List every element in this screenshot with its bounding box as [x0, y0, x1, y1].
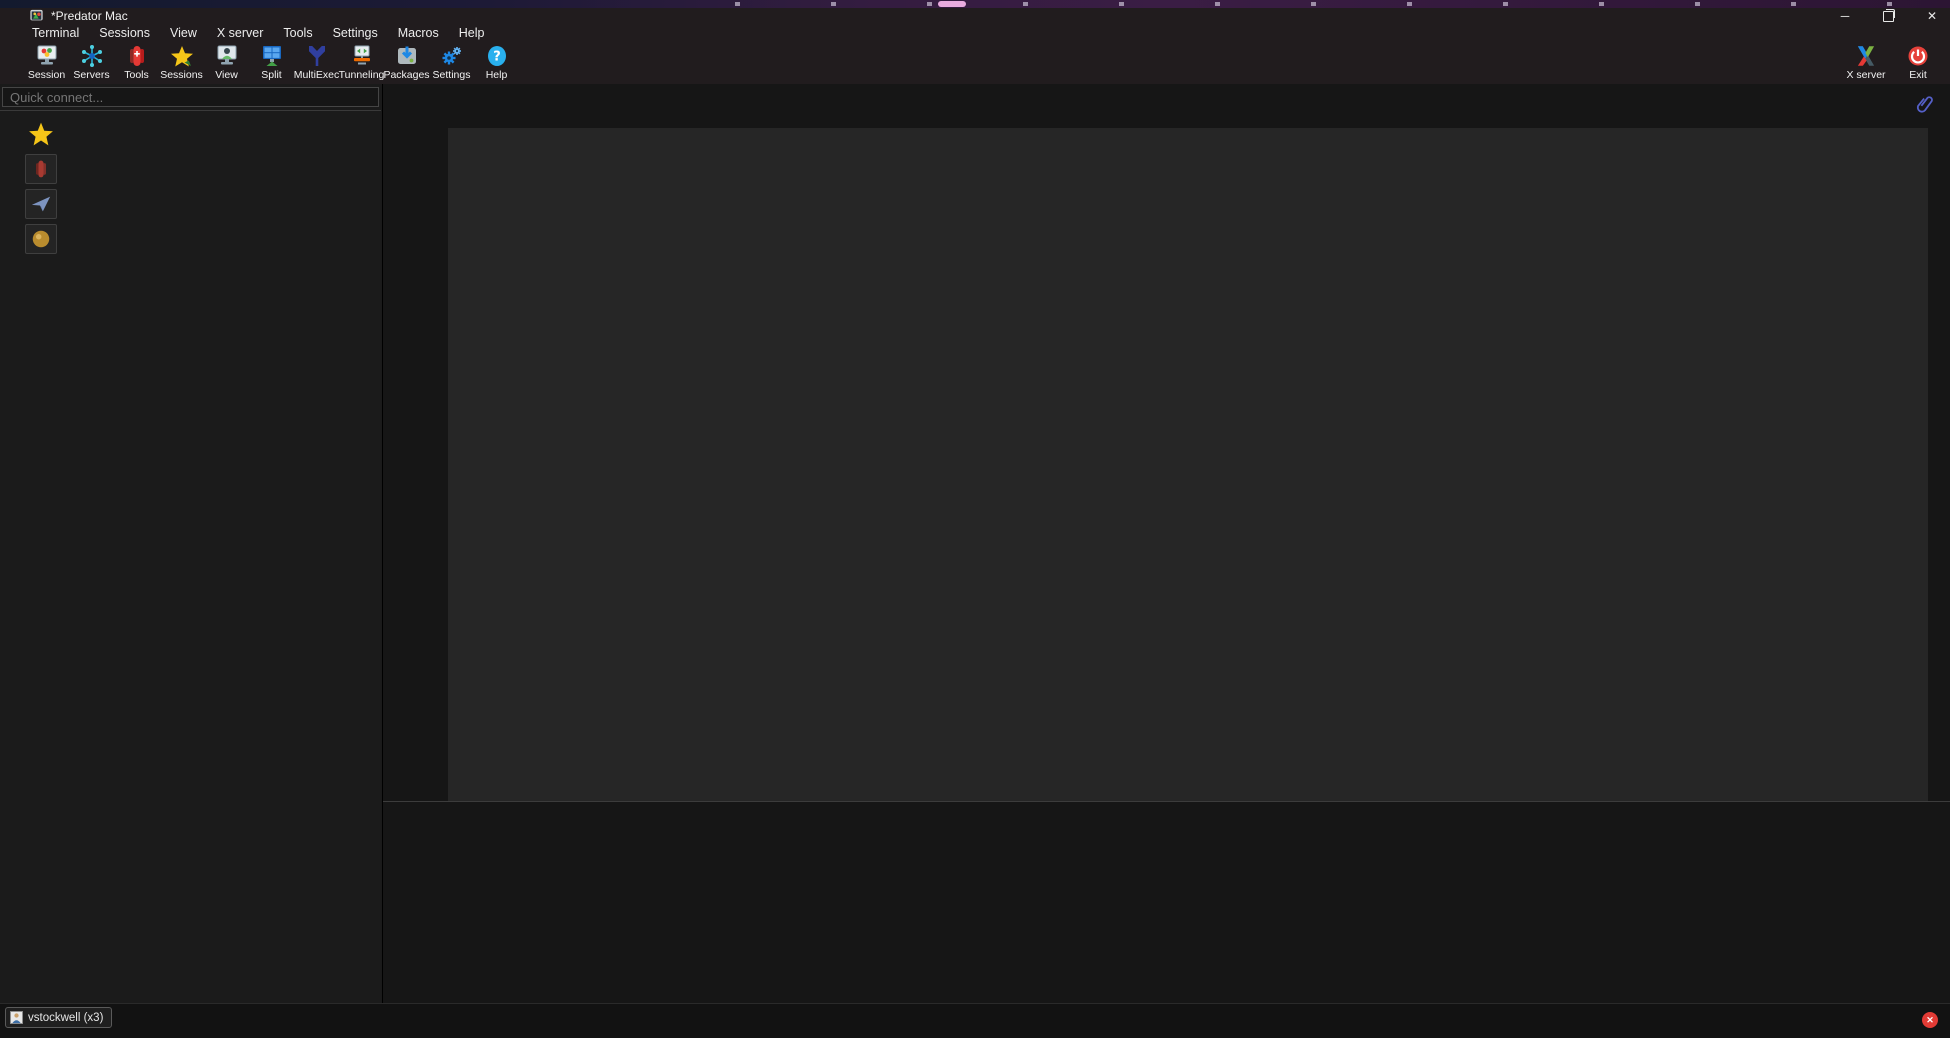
- user-session-label: vstockwell (x3): [28, 1012, 103, 1024]
- settings-icon: [440, 43, 464, 69]
- toolbar-label: Exit: [1909, 69, 1927, 81]
- window-title: *Predator Mac: [51, 9, 128, 23]
- toolbar-label: Settings: [433, 69, 471, 81]
- toolbar-label: X server: [1846, 69, 1885, 81]
- svg-text:?: ?: [493, 50, 501, 65]
- split-button[interactable]: Split: [249, 43, 294, 81]
- toolbar-label: Sessions: [160, 69, 203, 81]
- toolbar-label: View: [215, 69, 238, 81]
- main-area: [383, 84, 1950, 1003]
- menu-item-x-server[interactable]: X server: [207, 24, 274, 42]
- sidebar-strip-plane-button[interactable]: [25, 189, 57, 219]
- toolbar-label: MultiExec: [294, 69, 340, 81]
- exit-icon: [1906, 43, 1930, 69]
- menu-bar: TerminalSessionsViewX serverToolsSetting…: [0, 24, 1950, 42]
- tunneling-icon: [350, 43, 374, 69]
- terminal-tab-bar: [383, 107, 1950, 128]
- menu-item-sessions[interactable]: Sessions: [89, 24, 160, 42]
- user-icon: [10, 1011, 23, 1024]
- split-icon: [260, 43, 284, 69]
- paperclip-icon[interactable]: [1916, 94, 1934, 114]
- favorites-star-icon: [28, 121, 54, 147]
- macros-plane-icon: [30, 193, 52, 215]
- sessions-icon: [170, 43, 194, 69]
- session-tree-panel: [0, 110, 381, 1003]
- help-icon: ?: [485, 43, 509, 69]
- background-browser-strip: [0, 0, 1950, 8]
- view-icon: [215, 43, 239, 69]
- tools-button[interactable]: Tools: [114, 43, 159, 81]
- terminal-bottom-separator: [383, 801, 1950, 802]
- bottom-status-bar: vstockwell (x3) ✕: [0, 1003, 1950, 1038]
- games-ball-icon: [30, 228, 52, 250]
- minimize-button[interactable]: ─: [1837, 8, 1853, 24]
- sidebar-strip-star-button[interactable]: [25, 119, 57, 149]
- toolbar-label: Servers: [73, 69, 109, 81]
- sidebar-strip-ball-button[interactable]: [25, 224, 57, 254]
- menu-item-macros[interactable]: Macros: [388, 24, 449, 42]
- title-bar: *Predator Mac ─ ✕: [0, 8, 1950, 24]
- mobaxterm-window: { "window": { "title": "*Predator Mac", …: [0, 0, 1950, 1038]
- toolbar-left-group: Session Servers Tools Sessions View Split Mult…: [24, 43, 519, 81]
- background-tab-dots: [735, 2, 1940, 6]
- servers-button[interactable]: Servers: [69, 43, 114, 81]
- xserver-button[interactable]: X server: [1840, 43, 1892, 81]
- packages-icon: [395, 43, 419, 69]
- user-session-tab[interactable]: vstockwell (x3): [5, 1007, 112, 1028]
- toolbar-label: Help: [486, 69, 508, 81]
- menu-item-settings[interactable]: Settings: [323, 24, 388, 42]
- app-icon: [29, 9, 44, 23]
- maximize-button[interactable]: [1883, 11, 1894, 22]
- help-button[interactable]: ? Help: [474, 43, 519, 81]
- session-icon: [35, 43, 59, 69]
- close-button[interactable]: ✕: [1924, 8, 1940, 24]
- quick-connect-input[interactable]: [2, 87, 379, 107]
- toolbar-label: Tunneling: [339, 69, 385, 81]
- toolbar-label: Tools: [124, 69, 149, 81]
- multiexec-button[interactable]: MultiExec: [294, 43, 339, 81]
- toolbar-label: Split: [261, 69, 281, 81]
- menu-item-help[interactable]: Help: [449, 24, 495, 42]
- menu-item-terminal[interactable]: Terminal: [22, 24, 89, 42]
- packages-button[interactable]: Packages: [384, 43, 429, 81]
- settings-button[interactable]: Settings: [429, 43, 474, 81]
- xserver-icon: [1853, 43, 1879, 69]
- menu-item-view[interactable]: View: [160, 24, 207, 42]
- menu-item-tools[interactable]: Tools: [273, 24, 322, 42]
- servers-icon: [80, 43, 104, 69]
- view-button[interactable]: View: [204, 43, 249, 81]
- sidebar-icon-strip: [24, 119, 58, 254]
- session-button[interactable]: Session: [24, 43, 69, 81]
- toolbar-label: Packages: [383, 69, 429, 81]
- terminal[interactable]: [448, 128, 1928, 801]
- sidebar-strip-knife-button[interactable]: [25, 154, 57, 184]
- sessions-button[interactable]: Sessions: [159, 43, 204, 81]
- tunneling-button[interactable]: Tunneling: [339, 43, 384, 81]
- multiexec-icon: [305, 43, 329, 69]
- toolbar-label: Session: [28, 69, 65, 81]
- tools-icon: [125, 43, 149, 69]
- toolbar: Session Servers Tools Sessions View Split Mult…: [0, 42, 1950, 84]
- background-active-tab-pill: [938, 1, 966, 7]
- tools-knife-icon: [31, 158, 51, 180]
- notification-close-badge[interactable]: ✕: [1922, 1012, 1938, 1028]
- sessions-sidebar: [0, 84, 383, 1003]
- exit-button[interactable]: Exit: [1892, 43, 1944, 81]
- toolbar-right-group: X server Exit: [1840, 43, 1944, 81]
